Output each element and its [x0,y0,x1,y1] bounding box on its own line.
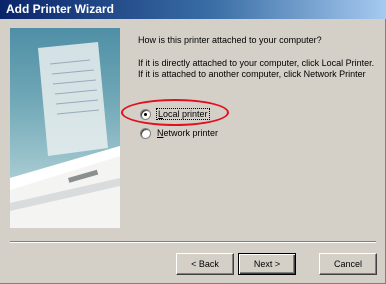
add-printer-wizard-window: Add Printer Wizard How is this printer a… [0,0,386,284]
local-printer-radio[interactable] [140,108,151,120]
title-bar[interactable]: Add Printer Wizard [0,0,386,19]
printer-illustration-icon [10,28,120,228]
button-separator [10,241,376,243]
window-title: Add Printer Wizard [6,2,114,16]
question-text: How is this printer attached to your com… [138,35,322,45]
network-printer-option[interactable]: Network printer [140,126,218,140]
cancel-button[interactable]: Cancel [319,253,377,275]
local-printer-option[interactable]: Local printer [140,107,210,121]
next-button[interactable]: Next > [238,253,296,275]
instructions-text: If it is directly attached to your compu… [138,58,375,79]
back-button[interactable]: < Back [176,253,234,275]
network-printer-radio[interactable] [140,127,151,139]
local-printer-label[interactable]: Local printer [156,108,210,120]
network-printer-label[interactable]: Network printer [157,128,218,138]
